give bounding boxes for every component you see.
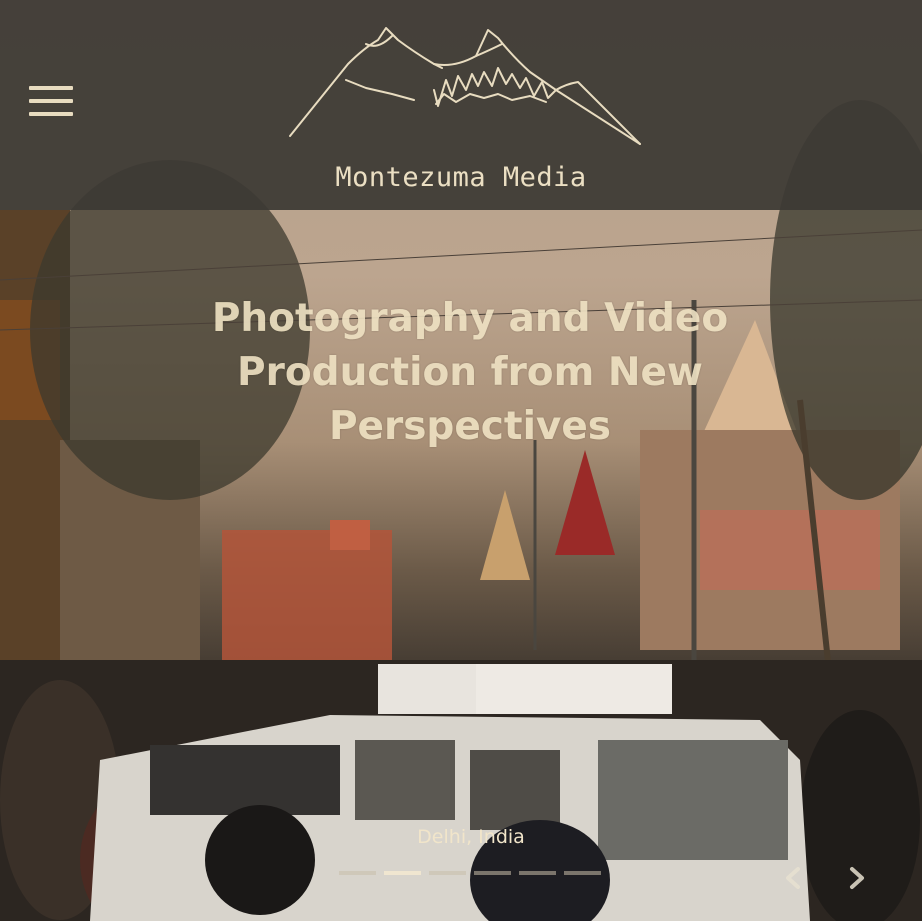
chevron-left-icon[interactable] (782, 866, 806, 890)
site-header: Montezuma Media (0, 0, 922, 210)
slide-indicator-6[interactable] (564, 871, 601, 875)
slide-indicator-3[interactable] (429, 871, 466, 875)
chevron-right-icon[interactable] (844, 866, 868, 890)
slide-indicators (339, 871, 601, 875)
slide-indicator-2[interactable] (384, 871, 421, 875)
slide-caption: Delhi, India (417, 826, 525, 848)
hero-headline: Photography and Video Production from Ne… (211, 296, 729, 449)
slide-indicator-1[interactable] (339, 871, 376, 875)
slide-indicator-5[interactable] (519, 871, 556, 875)
mountains-logo-icon (289, 27, 641, 145)
brand-name: Montezuma Media (335, 162, 587, 193)
slide-indicator-4[interactable] (474, 871, 511, 875)
hamburger-menu-icon[interactable] (29, 86, 73, 120)
